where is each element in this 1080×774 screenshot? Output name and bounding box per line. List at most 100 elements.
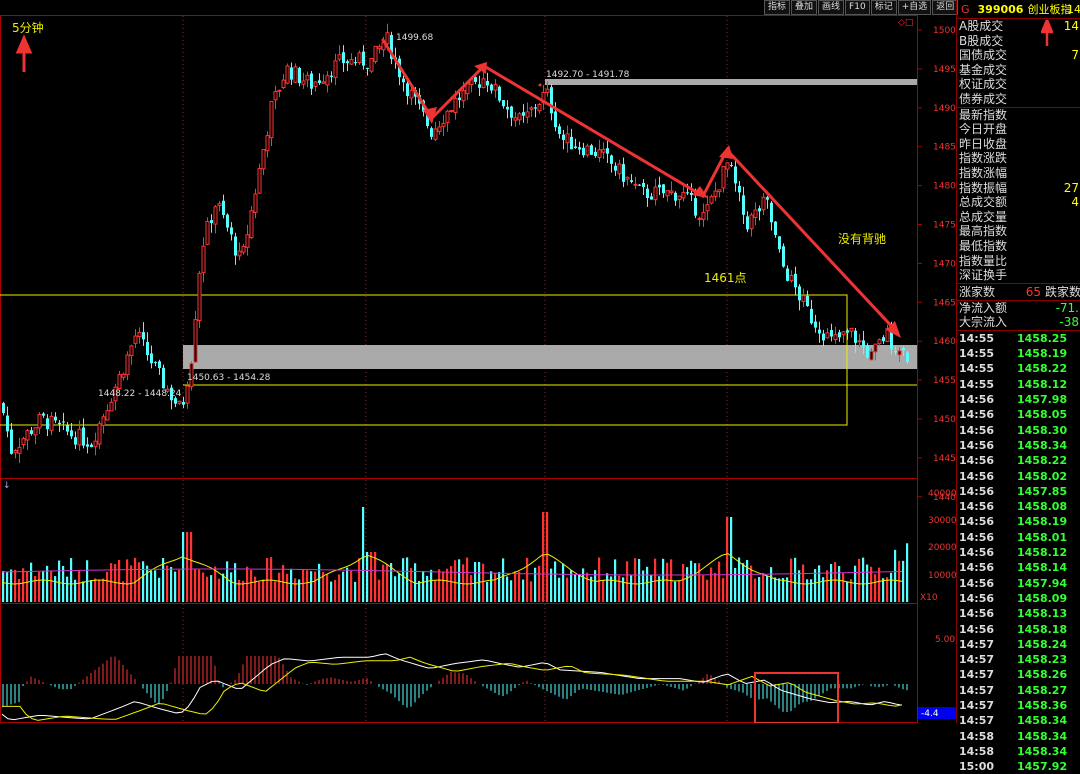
volume-bar (26, 570, 29, 602)
candle-body (801, 295, 806, 302)
candle-body (158, 361, 161, 368)
candle-body (778, 236, 781, 250)
candle-body (249, 210, 254, 239)
candle-body (738, 185, 741, 193)
candle-body (570, 136, 573, 150)
back-button[interactable]: 返回 (932, 0, 959, 15)
stat-row: 今日开盘 (957, 122, 1080, 137)
candle-body (245, 234, 250, 248)
tick-time: 14:56 (959, 500, 995, 514)
volume-bar (494, 573, 497, 602)
candle-body (894, 350, 897, 353)
price-tick-1475: 1475 (933, 221, 956, 231)
volume-bar (542, 512, 545, 602)
volume-bar (138, 562, 141, 602)
f10-button[interactable]: F10 (845, 0, 870, 15)
candle-body (441, 122, 446, 127)
volume-bar (886, 577, 889, 602)
volume-bar (50, 571, 53, 602)
candle-body (742, 195, 745, 215)
stat-row: 最新指数 (957, 108, 1080, 123)
stat-label: 指数涨跌 (959, 151, 1008, 166)
candle-body (269, 100, 274, 139)
turnover-label: 基金成交 (959, 62, 1008, 77)
volume-bar (442, 571, 445, 602)
main-chart[interactable]: 1500 1495 1490 1485 1480 1475 1470 1465 1460 1455… (0, 0, 956, 723)
stat-label: 今日开盘 (959, 122, 1008, 137)
volume-bar (402, 558, 405, 602)
tick-time: 14:57 (959, 714, 995, 728)
tick-time: 14:56 (959, 515, 995, 529)
add-watchlist-button[interactable]: +自选 (897, 0, 932, 15)
mark-button[interactable]: 标记 (870, 0, 897, 15)
volume-bar (342, 571, 345, 602)
tick-time: 14:56 (959, 469, 995, 483)
volume-bar (794, 557, 797, 602)
volume-bar (70, 558, 73, 602)
draw-line-button[interactable]: 画线 (818, 0, 845, 15)
volume-bar (754, 578, 757, 602)
tick-list[interactable]: 14:55 1458.25 14:55 1458.19 14:55 1458.22 14:5… (957, 331, 1080, 774)
candle-body (237, 250, 242, 257)
volume-bar (606, 573, 609, 602)
candle-body (674, 192, 677, 201)
volume-bar (770, 567, 773, 602)
candle-body (37, 413, 42, 429)
overlay-button[interactable]: 叠加 (791, 0, 818, 15)
stat-label: 指数量比 (959, 253, 1008, 268)
volume-bar (806, 579, 809, 602)
candle-body (669, 190, 674, 194)
flow-label: 净流入额 (959, 300, 1008, 315)
volume-bar (222, 573, 225, 602)
candle-body (713, 190, 718, 197)
volume-bar (430, 569, 433, 602)
price-tick-1485: 1485 (933, 143, 956, 153)
peak-label: 1499.68 (396, 33, 433, 43)
corner-icon[interactable]: ◇□ (898, 18, 913, 28)
volume-bar (906, 543, 909, 602)
tick-time: 14:56 (959, 393, 995, 407)
tick-price: 1458.25 (1017, 331, 1068, 345)
volume-bar (750, 565, 753, 602)
candle-body (201, 245, 206, 274)
candle-body (10, 429, 13, 454)
price-tick-1480: 1480 (933, 182, 956, 192)
volume-bar (262, 579, 265, 602)
candle-body (234, 236, 237, 256)
candle-body (182, 401, 185, 405)
tick-row: 14:56 1458.13 (957, 606, 1080, 621)
volume-bar (650, 575, 653, 602)
tick-price: 1458.36 (1017, 699, 1068, 712)
candle-body (502, 100, 505, 107)
quote-header: G 399006 创业板指 14 (957, 0, 1080, 46)
candle-body (537, 104, 542, 112)
candle-body (789, 274, 794, 282)
tick-time: 14:56 (959, 438, 995, 452)
volume-bar (474, 562, 477, 602)
candle-body (62, 421, 65, 423)
candle-body (493, 83, 498, 91)
index-name: 创业板指 (1027, 3, 1072, 16)
candle-body (665, 190, 670, 197)
candle-body (109, 401, 114, 412)
candle-body (825, 332, 830, 339)
stat-row: 昨日收盘 (957, 137, 1080, 152)
volume-bar (586, 572, 589, 602)
volume-bar (106, 571, 109, 602)
tick-row: 14:56 1458.19 (957, 514, 1080, 529)
candle-body (798, 286, 801, 301)
candle-body (749, 214, 754, 230)
candle-body (565, 133, 570, 144)
volume-bar (826, 570, 829, 602)
volume-bar (666, 562, 669, 602)
candle-body (766, 197, 769, 200)
candle-body (677, 195, 682, 200)
indicator-button[interactable]: 指标 (764, 0, 791, 15)
period-arrow-icon (15, 34, 33, 72)
candle-body (753, 209, 758, 218)
volume-bar (578, 575, 581, 602)
candle-body (349, 59, 354, 65)
flow-label: 大宗流入 (959, 315, 1008, 330)
tick-row: 14:57 1458.23 (957, 652, 1080, 667)
candle-body (453, 98, 458, 113)
